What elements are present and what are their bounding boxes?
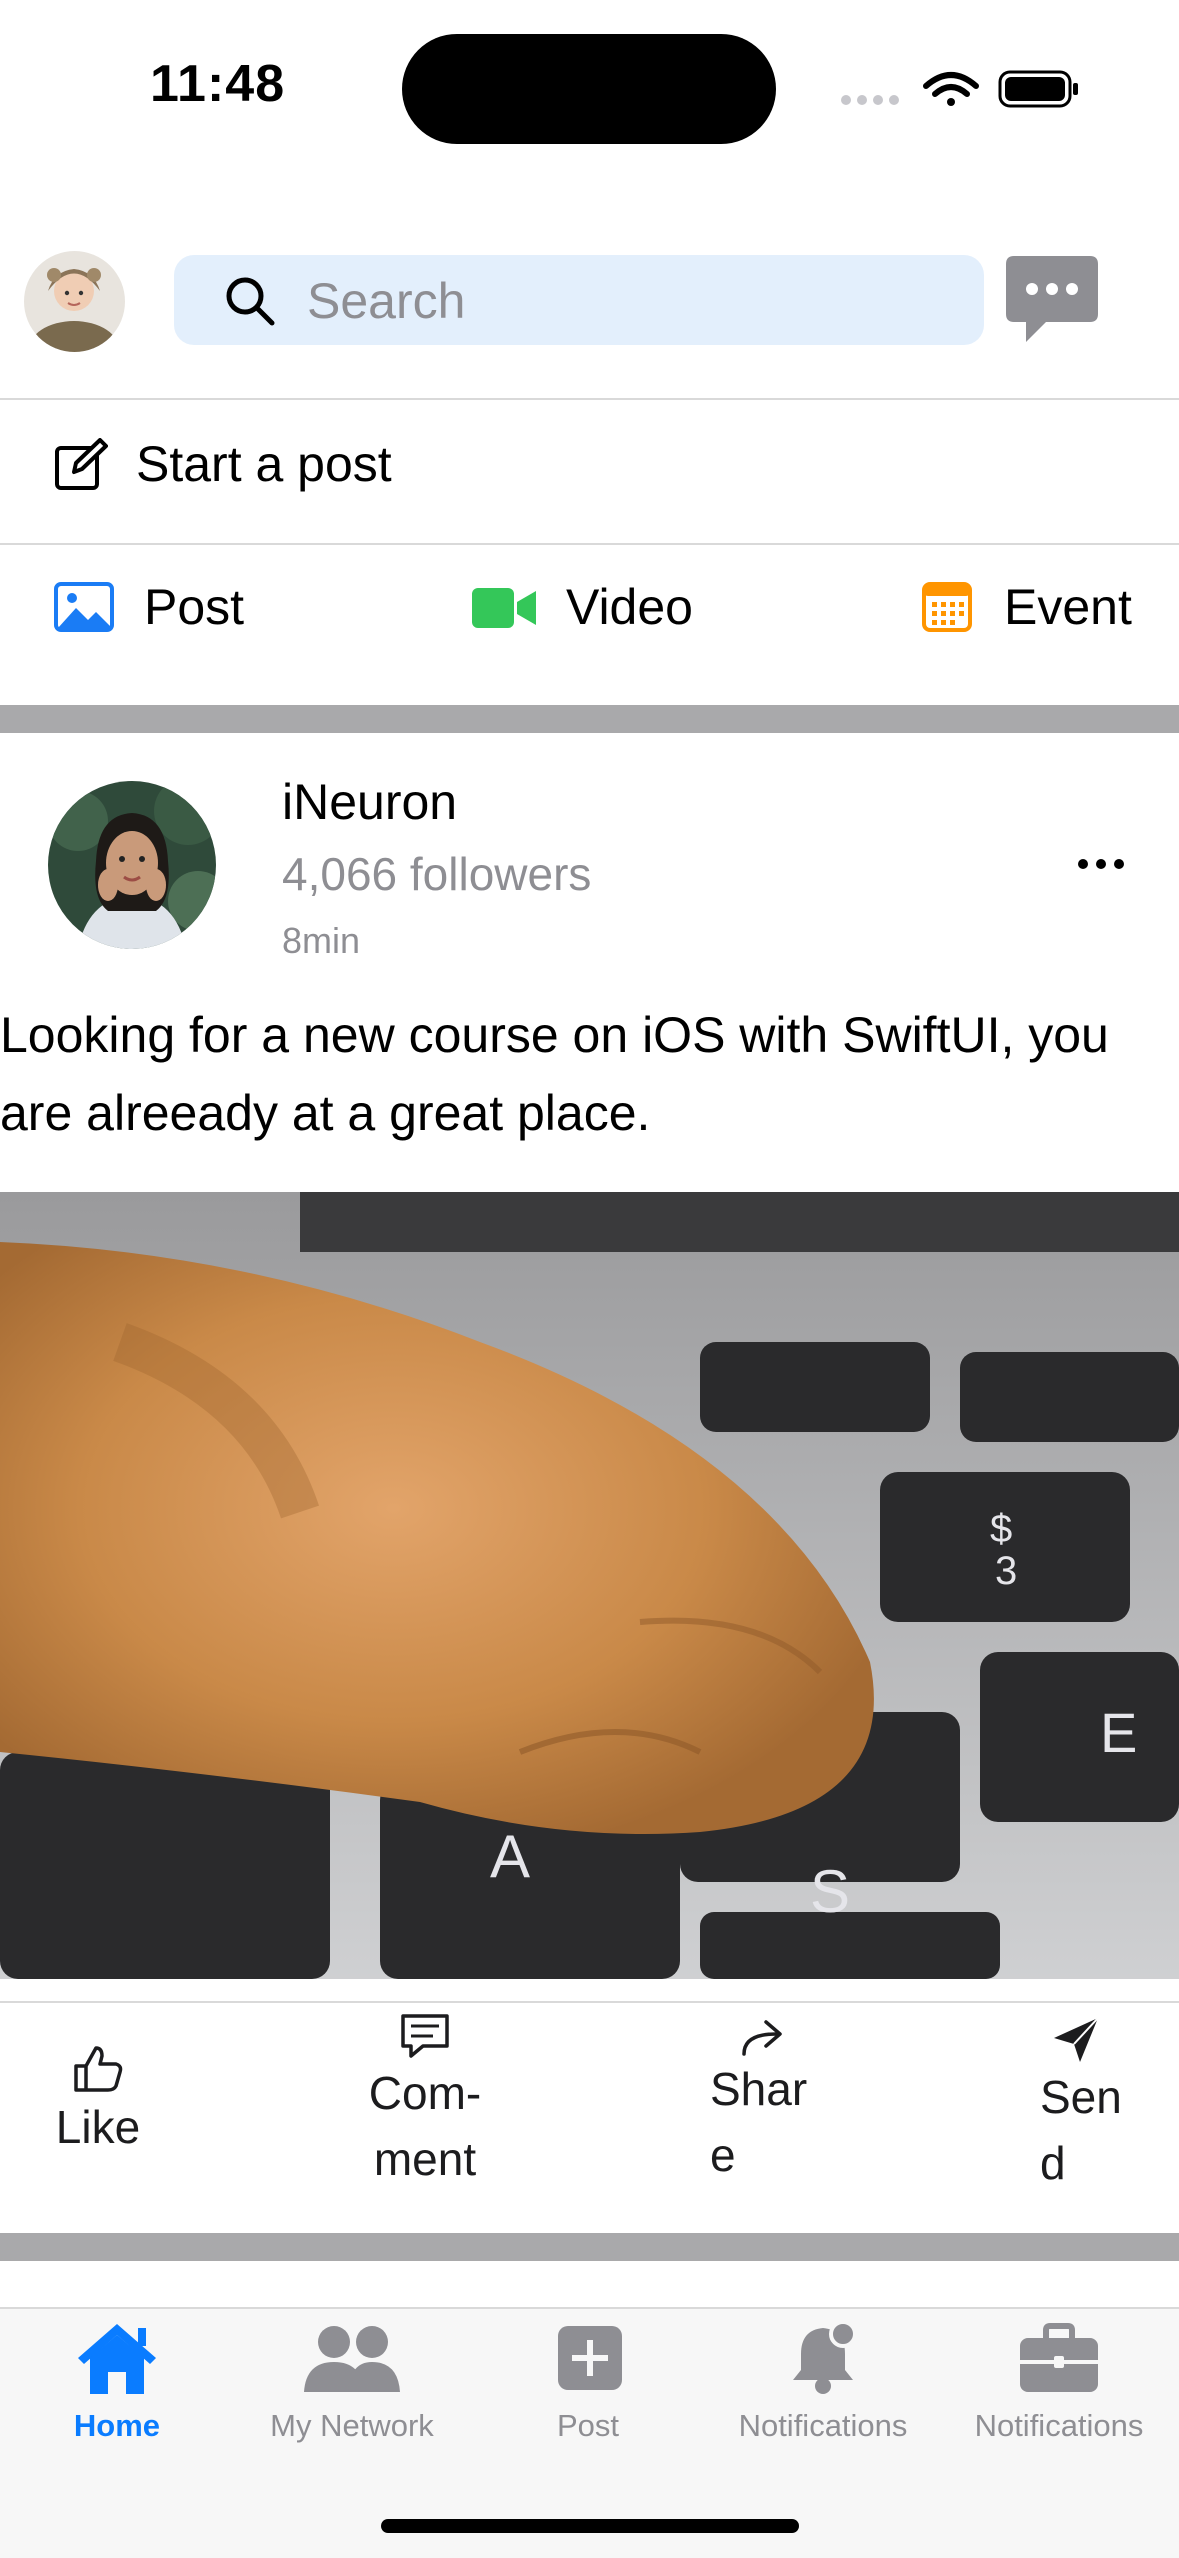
search-placeholder: Search (307, 273, 466, 329)
post-author-name[interactable]: iNeuron (282, 773, 457, 831)
send-label-line1: Sen (1040, 2071, 1122, 2123)
home-indicator (381, 2519, 799, 2533)
status-time: 11:48 (150, 55, 286, 113)
cellular-signal-icon (841, 95, 899, 105)
tab-home[interactable]: Home (7, 2320, 227, 2444)
thumbs-up-icon (74, 2046, 123, 2092)
post-event-label: Event (1004, 579, 1132, 635)
bell-icon (793, 2320, 857, 2394)
search-bar[interactable]: Search (174, 255, 984, 345)
svg-text:E: E (1100, 1701, 1137, 1764)
house-icon (78, 2324, 156, 2394)
start-post-label: Start a post (136, 436, 392, 492)
profile-avatar[interactable] (24, 251, 125, 352)
tab-post-label: Post (556, 2408, 620, 2443)
post-timestamp: 8min (282, 920, 361, 961)
dynamic-island (402, 34, 776, 144)
svg-text:$: $ (990, 1507, 1012, 1551)
send-icon (1054, 2017, 1099, 2062)
svg-text:S: S (810, 1858, 850, 1925)
post-photo-label: Post (144, 579, 245, 635)
like-label: Like (55, 2101, 141, 2153)
tab-jobs-label: Notifications (974, 2408, 1144, 2443)
post-video-label: Video (566, 579, 693, 635)
svg-text:A: A (490, 1823, 530, 1890)
tab-notifications[interactable]: Notifications (713, 2320, 933, 2444)
compose-icon (55, 438, 108, 490)
video-icon (472, 588, 536, 628)
tab-my-network-label: My Network (270, 2408, 434, 2443)
send-label-line2: d (1040, 2137, 1066, 2189)
section-divider (0, 705, 1179, 733)
divider-line (0, 543, 1179, 545)
share-button[interactable]: Shar e (710, 2018, 820, 2188)
search-icon (226, 277, 275, 326)
post-author-avatar[interactable] (48, 781, 216, 949)
plus-square-icon (558, 2326, 622, 2390)
wifi-icon (923, 72, 979, 106)
post-image[interactable]: $ 3 E A S (0, 1192, 1179, 1979)
tab-post[interactable]: Post (478, 2320, 698, 2444)
post-photo-button[interactable]: Post (52, 560, 272, 660)
battery-icon (998, 70, 1078, 108)
share-icon (742, 2020, 782, 2056)
send-button[interactable]: Sen d (1040, 2016, 1140, 2196)
post-event-button[interactable]: Event (922, 560, 1162, 660)
tab-jobs[interactable]: Notifications (949, 2320, 1169, 2444)
more-options-icon[interactable] (1076, 852, 1126, 876)
comment-icon (401, 2014, 449, 2058)
post-body-text: Looking for a new course on iOS with Swi… (0, 1007, 1109, 1141)
post-author-followers: 4,066 followers (282, 848, 592, 900)
briefcase-icon (1020, 2323, 1098, 2392)
messages-icon[interactable] (1006, 256, 1098, 346)
status-icons (841, 70, 1078, 108)
start-post-button[interactable]: Start a post (0, 400, 1179, 542)
svg-text:3: 3 (995, 1549, 1017, 1593)
photo-icon (54, 582, 114, 632)
comment-label-line1: Com- (368, 2067, 482, 2119)
like-button[interactable]: Like (48, 2044, 148, 2160)
post-video-button[interactable]: Video (472, 560, 732, 660)
comment-label-line2: ment (373, 2133, 477, 2185)
comment-button[interactable]: Com- ment (355, 2012, 495, 2192)
share-label-line2: e (710, 2129, 736, 2181)
divider-line (0, 2001, 1179, 2003)
tab-home-label: Home (73, 2408, 161, 2443)
share-label-line1: Shar (710, 2063, 808, 2115)
section-divider (0, 2233, 1179, 2261)
calendar-icon (922, 582, 972, 632)
people-icon (304, 2326, 400, 2392)
tab-notifications-label: Notifications (738, 2408, 908, 2443)
tab-my-network[interactable]: My Network (242, 2320, 462, 2444)
